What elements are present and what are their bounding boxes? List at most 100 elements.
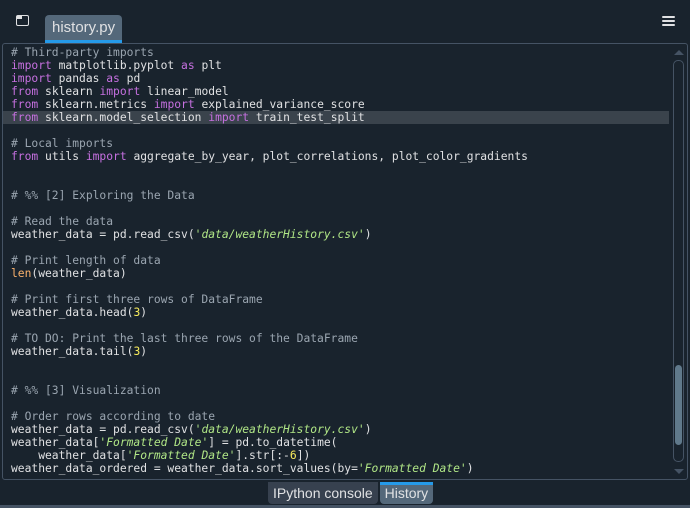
code-token: )	[140, 345, 148, 358]
code-line: import pandas as pd	[11, 72, 667, 85]
code-token: from	[11, 150, 39, 163]
code-token: ] = pd.to_datetime(	[208, 436, 338, 449]
code-line: # Order rows according to date	[11, 410, 667, 423]
code-token: train_test_split	[249, 111, 365, 124]
code-token: sklearn	[38, 85, 100, 98]
scrollbar-thumb[interactable]	[675, 365, 682, 445]
code-token: weather_data = pd.read_csv(	[11, 423, 195, 436]
code-token: weather_data.head(	[11, 306, 134, 319]
code-token: 'Formatted Date'	[126, 449, 236, 462]
code-token: plt	[194, 59, 222, 72]
code-token: weather_data_ordered = weather_data.sort…	[11, 462, 358, 475]
tab-ipython-console[interactable]: IPython console	[268, 482, 378, 504]
code-token: import	[85, 150, 127, 163]
code-token: as	[106, 72, 120, 85]
code-token: 'data/weatherHistory.csv'	[194, 423, 365, 436]
code-line: weather_data = pd.read_csv('data/weather…	[11, 228, 667, 241]
code-token: 6	[289, 449, 297, 462]
code-token: pd	[119, 72, 141, 85]
code-token: pandas	[51, 72, 107, 85]
code-line: # Local imports	[11, 137, 667, 150]
code-line: # TO DO: Print the last three rows of th…	[11, 332, 667, 345]
code-line: weather_data = pd.read_csv('data/weather…	[11, 423, 667, 436]
code-token: 'Formatted Date'	[99, 436, 209, 449]
hamburger-menu-icon[interactable]	[662, 16, 675, 26]
code-token: )	[364, 228, 372, 241]
code-token: # TO DO: Print the last three rows of th…	[11, 332, 358, 345]
code-token: import	[208, 111, 250, 124]
bottom-tab-bar: IPython console History	[268, 482, 434, 504]
code-token: matplotlib.pyplot	[51, 59, 182, 72]
code-token: weather_data = pd.read_csv(	[11, 228, 195, 241]
code-token: )	[466, 462, 474, 475]
code-token: # %% [3] Visualization	[11, 384, 161, 397]
code-token: aggregate_by_year, plot_correlations, pl…	[126, 150, 528, 163]
code-line: # Print length of data	[11, 254, 667, 267]
code-line: # %% [2] Exploring the Data	[11, 189, 667, 202]
code-token: linear_model	[140, 85, 229, 98]
scroll-up-arrow-icon[interactable]	[674, 50, 684, 55]
code-token: as	[181, 59, 195, 72]
code-token: # Print length of data	[11, 254, 161, 267]
code-token: # %% [2] Exploring the Data	[11, 189, 195, 202]
code-token: len	[11, 267, 32, 280]
tab-history[interactable]: History	[379, 482, 434, 504]
code-token: explained_variance_score	[194, 98, 365, 111]
code-line: weather_data.head(3)	[11, 306, 667, 319]
code-token: import	[99, 85, 141, 98]
history-code-viewer[interactable]: # Third-party imports import matplotlib.p…	[2, 43, 688, 480]
code-token: weather_data[	[11, 436, 100, 449]
vertical-scrollbar[interactable]	[673, 50, 684, 474]
scrollbar-track[interactable]	[673, 60, 684, 462]
code-token: sklearn.model_selection	[38, 111, 209, 124]
code-token: from	[11, 111, 39, 124]
code-token: # Print first three rows of DataFrame	[11, 293, 263, 306]
code-line-current: from sklearn.model_selection import trai…	[3, 111, 669, 124]
code-token: weather_data.tail(	[11, 345, 134, 358]
code-line: # Read the data	[11, 215, 667, 228]
code-line: import matplotlib.pyplot as plt	[11, 59, 667, 72]
pane-toolbar: history.py	[0, 0, 690, 43]
code-token: ].str[:-	[235, 449, 290, 462]
code-token: utils	[38, 150, 86, 163]
code-token: # Third-party imports	[11, 46, 154, 59]
code-line: weather_data['Formatted Date'] = pd.to_d…	[11, 436, 667, 449]
code-line: weather_data_ordered = weather_data.sort…	[11, 462, 667, 475]
undock-window-icon[interactable]	[16, 15, 29, 26]
tab-history-file[interactable]: history.py	[45, 15, 123, 43]
code-line: len(weather_data)	[11, 267, 667, 280]
code-token: sklearn.metrics	[38, 98, 154, 111]
code-token: ])	[296, 449, 311, 462]
scroll-down-arrow-icon[interactable]	[674, 469, 684, 474]
code-line: weather_data['Formatted Date'].str[:-6])	[11, 449, 667, 462]
code-line: from utils import aggregate_by_year, plo…	[11, 150, 667, 163]
code-token: weather_data[	[11, 449, 127, 462]
code-token: import	[11, 72, 52, 85]
code-token: (weather_data)	[31, 267, 127, 280]
code-token: # Read the data	[11, 215, 114, 228]
code-line: from sklearn.metrics import explained_va…	[11, 98, 667, 111]
code-token: from	[11, 85, 39, 98]
code-token: # Local imports	[11, 137, 114, 150]
code-token: from	[11, 98, 39, 111]
code-area[interactable]: # Third-party imports import matplotlib.p…	[3, 46, 669, 475]
code-token: import	[11, 59, 52, 72]
code-token: )	[364, 423, 372, 436]
code-token: )	[140, 306, 148, 319]
code-token: import	[153, 98, 195, 111]
code-line: # Third-party imports	[11, 46, 667, 59]
code-line: from sklearn import linear_model	[11, 85, 667, 98]
code-token: 'data/weatherHistory.csv'	[194, 228, 365, 241]
code-line: weather_data.tail(3)	[11, 345, 667, 358]
code-line: # %% [3] Visualization	[11, 384, 667, 397]
code-line: # Print first three rows of DataFrame	[11, 293, 667, 306]
